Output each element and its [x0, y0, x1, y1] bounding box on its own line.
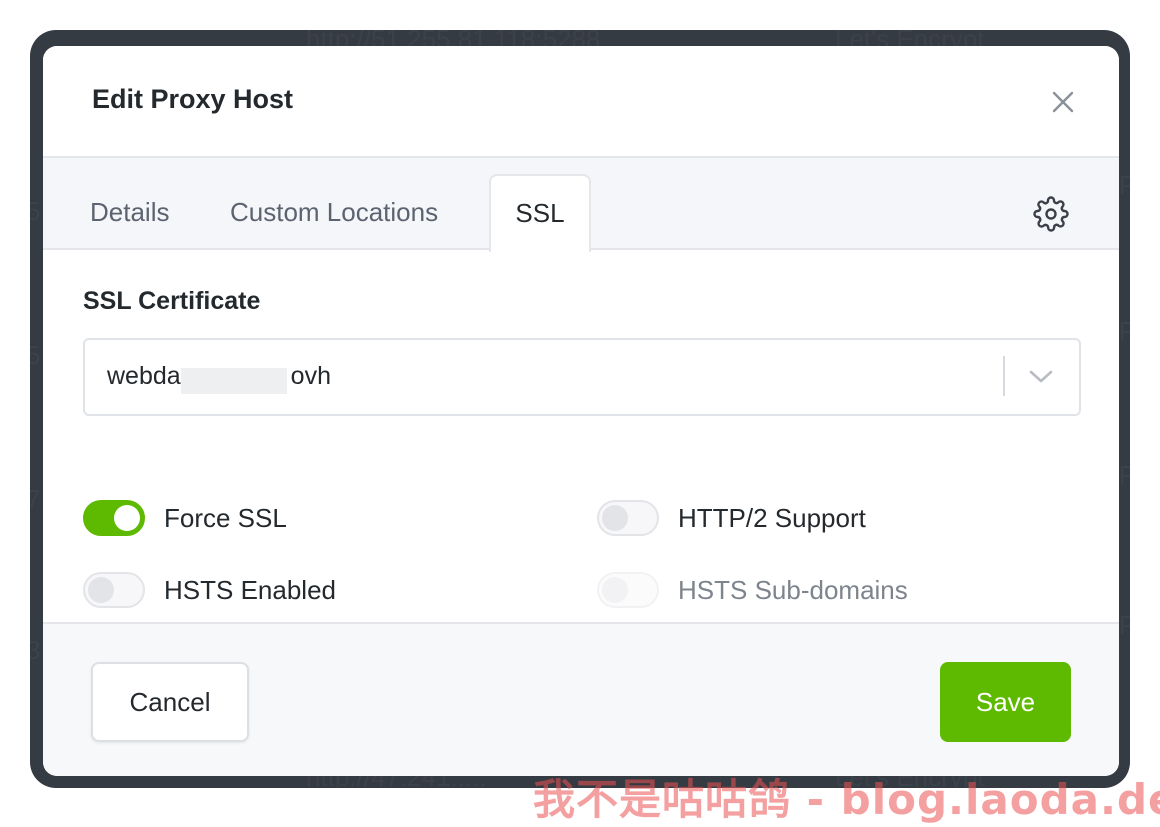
background-edge-char: 5: [30, 340, 41, 370]
tab-bar: Details Custom Locations SSL: [43, 158, 1119, 252]
save-button[interactable]: Save: [940, 662, 1071, 742]
ssl-tab-panel: SSL Certificate webda ovh Force SSL HTTP/…: [43, 250, 1119, 622]
modal-header: Edit Proxy Host: [43, 46, 1119, 158]
hsts-enabled-toggle[interactable]: HSTS Enabled: [83, 572, 336, 608]
background-edge-char: P: [1119, 170, 1130, 200]
force-ssl-toggle[interactable]: Force SSL: [83, 500, 287, 536]
tab-ssl[interactable]: SSL: [489, 174, 591, 252]
edit-proxy-host-modal: Edit Proxy Host Details Custom Locations…: [43, 46, 1119, 776]
background-edge-char: P: [1119, 316, 1130, 346]
gear-icon[interactable]: [1033, 196, 1069, 232]
http2-support-toggle[interactable]: HTTP/2 Support: [597, 500, 866, 536]
http2-support-switch[interactable]: [597, 500, 659, 536]
background-edge-char: P: [1119, 460, 1130, 490]
http2-support-label: HTTP/2 Support: [678, 502, 866, 533]
background-edge-char: P: [1119, 610, 1130, 640]
modal-footer: Cancel Save: [43, 622, 1119, 776]
force-ssl-switch[interactable]: [83, 500, 145, 536]
background-edge-char: 7: [30, 484, 41, 514]
tab-details[interactable]: Details: [90, 158, 169, 248]
ssl-certificate-label: SSL Certificate: [83, 287, 261, 315]
hsts-enabled-switch[interactable]: [83, 572, 145, 608]
force-ssl-label: Force SSL: [164, 502, 287, 533]
ssl-certificate-value-start: webda: [107, 362, 181, 390]
ssl-certificate-value-end: ovh: [290, 362, 331, 390]
select-separator: [1003, 356, 1005, 396]
background-edge-char: 3: [30, 635, 41, 665]
redaction-block: [181, 368, 287, 394]
hsts-subdomains-label: HSTS Sub-domains: [678, 574, 908, 605]
hsts-subdomains-switch: [597, 572, 659, 608]
close-icon[interactable]: [1047, 86, 1079, 118]
cancel-button[interactable]: Cancel: [91, 662, 249, 742]
background-edge-char: 5: [30, 196, 41, 226]
tab-custom-locations[interactable]: Custom Locations: [230, 158, 438, 248]
chevron-down-icon[interactable]: [1027, 364, 1055, 388]
modal-title: Edit Proxy Host: [92, 84, 294, 114]
hsts-subdomains-toggle: HSTS Sub-domains: [597, 572, 908, 608]
hsts-enabled-label: HSTS Enabled: [164, 574, 336, 605]
ssl-certificate-select[interactable]: webda ovh: [83, 338, 1081, 416]
